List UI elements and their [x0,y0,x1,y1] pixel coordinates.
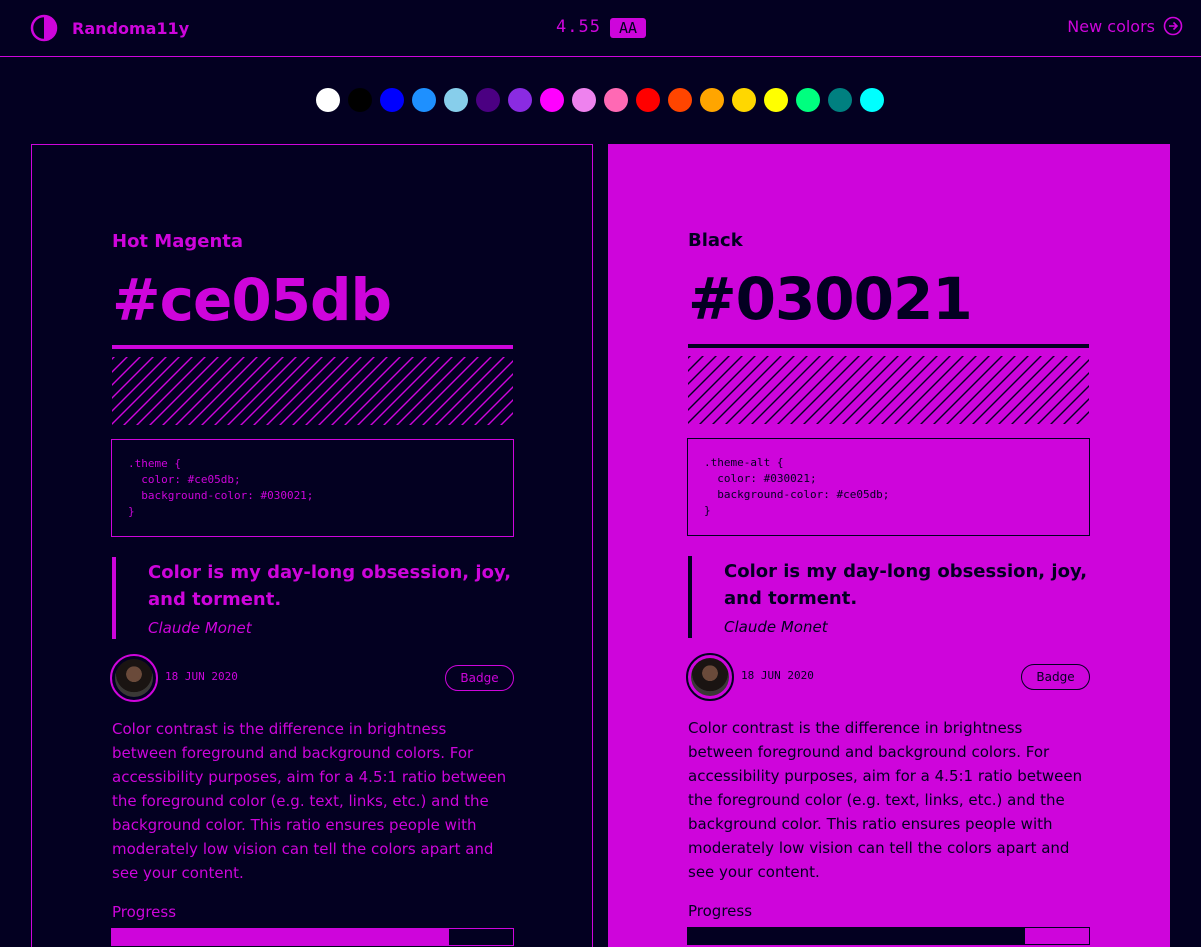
color-swatch[interactable] [636,88,660,112]
body-text: Color contrast is the difference in brig… [112,720,507,882]
hex-value: #030021 [688,265,973,333]
theme-panel: Hot Magenta #ce05db .theme { color: #ce0… [31,144,593,947]
color-swatch[interactable] [508,88,532,112]
meta-row: 18 JUN 2020 Badge [686,652,1090,702]
color-swatch[interactable] [796,88,820,112]
badge[interactable]: Badge [445,665,514,691]
new-colors-button[interactable]: New colors [1067,16,1183,36]
color-swatches [316,88,884,112]
avatar [110,654,158,702]
progress-label: Progress [112,903,177,921]
color-swatch[interactable] [380,88,404,112]
hatch-pattern [112,357,513,425]
post-date: 18 JUN 2020 [741,669,814,682]
color-name: Hot Magenta [112,231,244,252]
color-swatch[interactable] [540,88,564,112]
color-swatch[interactable] [316,88,340,112]
theme-alt-panel: Black #030021 .theme-alt { color: #03002… [608,144,1170,947]
progress-fill [112,929,449,945]
contrast-ratio: 4.55 [556,17,601,37]
hex-value: #ce05db [112,266,392,334]
color-swatch[interactable] [700,88,724,112]
quote-author: Claude Monet [724,618,828,636]
color-swatch[interactable] [604,88,628,112]
color-swatch[interactable] [828,88,852,112]
color-swatch[interactable] [572,88,596,112]
color-swatch[interactable] [764,88,788,112]
quote-text: Color is my day-long obsession, joy, and… [724,561,1088,609]
rating-badge: AA [610,18,646,38]
color-swatch[interactable] [444,88,468,112]
badge[interactable]: Badge [1021,664,1090,690]
progress-bar [111,928,514,946]
contrast-logo-icon[interactable] [30,14,58,42]
avatar [686,653,734,701]
color-swatch[interactable] [732,88,756,112]
css-code-block: .theme-alt { color: #030021; background-… [687,438,1090,536]
color-name: Black [688,230,743,251]
progress-fill [688,928,1025,944]
divider [688,344,1089,348]
divider [112,345,513,349]
app-title[interactable]: Randoma11y [72,19,189,38]
post-date: 18 JUN 2020 [165,670,238,683]
color-swatch[interactable] [412,88,436,112]
hatch-pattern [688,356,1089,424]
body-text: Color contrast is the difference in brig… [688,719,1083,881]
color-swatch[interactable] [476,88,500,112]
css-code-block: .theme { color: #ce05db; background-colo… [111,439,514,537]
arrow-right-circle-icon [1163,16,1183,36]
color-swatch[interactable] [860,88,884,112]
meta-row: 18 JUN 2020 Badge [110,653,514,703]
progress-label: Progress [688,902,753,920]
blockquote: Color is my day-long obsession, joy, and… [112,557,514,639]
quote-author: Claude Monet [148,619,252,637]
color-swatch[interactable] [668,88,692,112]
color-swatch[interactable] [348,88,372,112]
new-colors-label: New colors [1067,16,1155,36]
blockquote: Color is my day-long obsession, joy, and… [688,556,1090,638]
progress-bar [687,927,1090,945]
quote-text: Color is my day-long obsession, joy, and… [148,562,512,610]
app-header: Randoma11y 4.55 AA New colors [0,0,1201,57]
